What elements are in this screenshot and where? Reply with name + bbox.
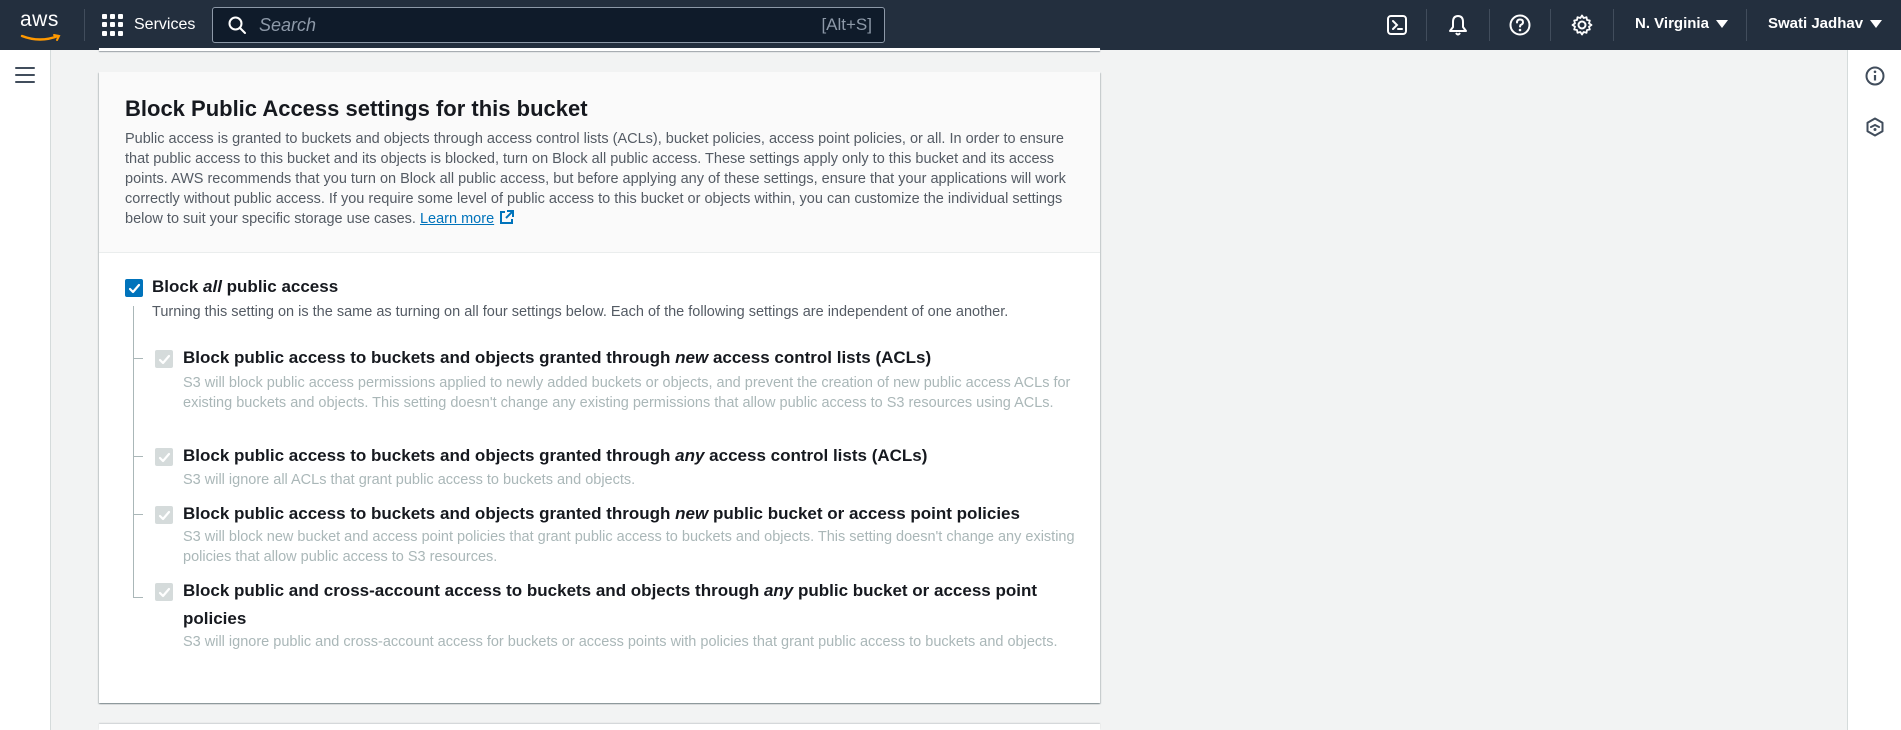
feedback-icon[interactable] [1864,116,1886,138]
search-shortcut: [Alt+S] [821,15,872,34]
option-checkbox [155,350,173,368]
info-icon[interactable] [1864,65,1886,87]
next-section-edge [99,724,1100,730]
user-label: Swati Jadhav [1768,15,1864,32]
left-rail [0,50,51,730]
aws-logo[interactable]: aws [20,8,64,41]
right-rail [1847,50,1901,730]
card-description: Public access is granted to buckets and … [125,129,1075,229]
option-checkbox [155,448,173,466]
external-link-icon [500,210,515,224]
option-description: S3 will block new bucket and access poin… [183,529,1075,565]
option-description: S3 will block public access permissions … [183,375,1071,411]
card-title: Block Public Access settings for this bu… [125,96,588,121]
region-label: N. Virginia [1635,15,1709,32]
search-bar[interactable]: [Alt+S] [212,7,885,43]
option-description: S3 will ignore public and cross-account … [183,634,1058,650]
nav-divider [1489,9,1490,41]
cloudshell-icon[interactable] [1385,13,1409,37]
option-title: Block public access to buckets and objec… [183,504,1020,523]
option-title: Block public and cross-account access to… [183,581,1037,628]
smile-icon [20,34,61,41]
caret-down-icon [1715,19,1728,28]
caret-down-icon [1870,19,1883,28]
bell-icon[interactable] [1446,13,1470,37]
nav-divider [1746,9,1747,41]
nav-divider [1426,9,1427,41]
gear-icon[interactable] [1570,13,1594,37]
learn-more-link[interactable]: Learn more [419,210,515,227]
description-text: Public access is granted to buckets and … [125,131,1066,227]
menu-icon[interactable] [15,67,35,83]
region-selector[interactable]: N. Virginia [1635,15,1728,32]
nav-divider [84,9,85,41]
tree-branch [133,358,143,359]
learn-more-label: Learn more [419,211,495,227]
tree-branch [133,456,143,457]
card-header: Block Public Access settings for this bu… [99,72,1100,253]
nav-divider [1550,9,1551,41]
option-title: Block public access to buckets and objec… [183,446,928,465]
logo-text: aws [20,8,59,31]
option-description: S3 will ignore all ACLs that grant publi… [183,472,636,488]
previous-section-edge [99,48,1100,51]
check-icon [158,587,170,597]
services-label: Services [134,16,196,33]
tree-branch [133,514,143,515]
check-icon [158,510,170,520]
search-icon [228,16,246,34]
help-icon[interactable] [1508,13,1532,37]
block-all-description: Turning this setting on is the same as t… [152,304,1009,320]
option-checkbox [155,583,173,601]
tree-line [133,306,134,598]
block-all-label[interactable]: Block all public access [152,273,338,301]
nav-divider [1613,9,1614,41]
services-button[interactable]: Services [102,14,195,36]
option-checkbox [155,506,173,524]
tree-branch [133,597,143,598]
check-icon [158,354,170,364]
option-title: Block public access to buckets and objec… [183,348,932,367]
top-navigation: aws Services [Alt+S] [0,0,1901,50]
block-all-checkbox[interactable] [125,279,143,297]
user-menu[interactable]: Swati Jadhav [1768,15,1883,32]
check-icon [128,283,140,293]
search-input[interactable] [247,14,822,36]
grid-icon [102,14,124,36]
check-icon [158,452,170,462]
